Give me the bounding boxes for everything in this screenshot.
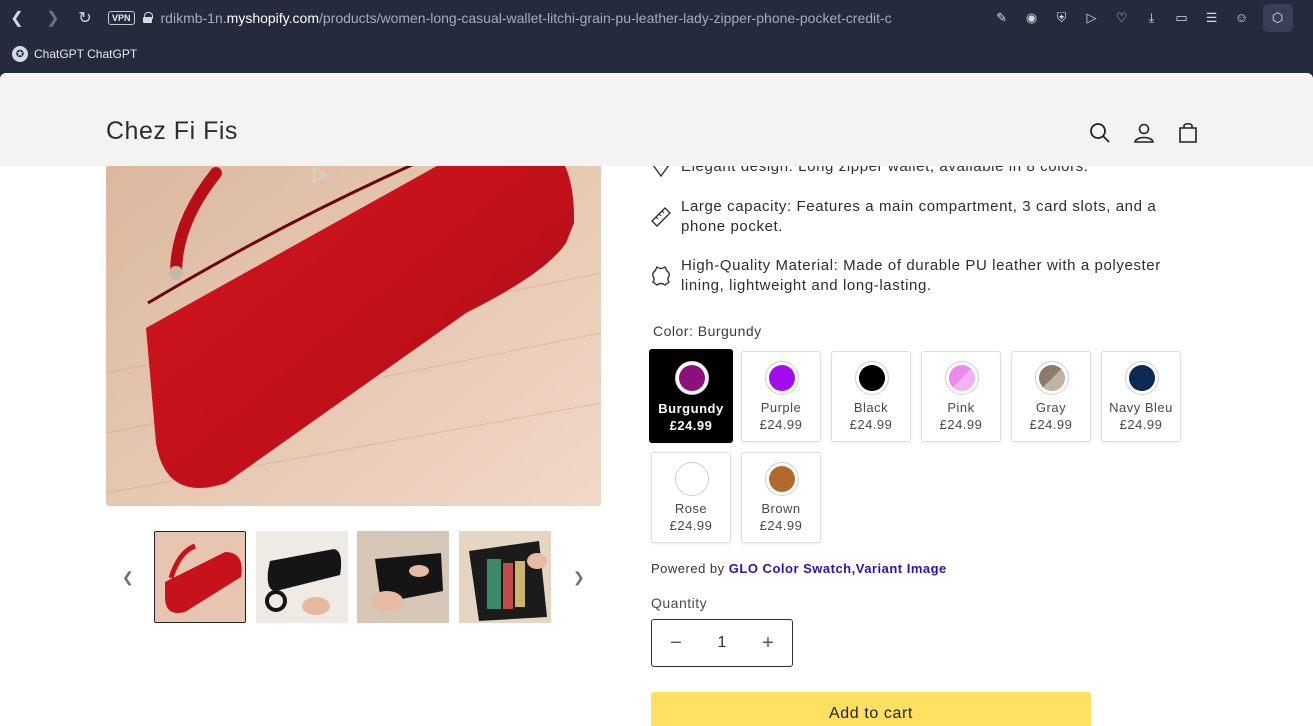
quantity-label: Quantity [651, 595, 708, 611]
swatch-color [855, 361, 889, 395]
bookmarks-bar: ✪ ChatGPT ChatGPT [0, 35, 1313, 73]
address-bar[interactable]: rdikmb-1n.myshopify.com/products/women-l… [161, 10, 967, 26]
back-icon[interactable]: ❮ [4, 5, 30, 31]
feature-material: High-Quality Material: Made of durable P… [681, 257, 1161, 294]
thumbnail-1[interactable] [154, 531, 246, 623]
swatch-name: Gray [1035, 400, 1067, 415]
profile-icon[interactable]: ☺ [1227, 5, 1257, 31]
product-main-image[interactable]: ᐆ [106, 113, 601, 506]
decrease-quantity-button[interactable]: − [668, 632, 684, 655]
swatch-color [765, 462, 799, 496]
swatch-price: £24.99 [759, 417, 803, 432]
product-page: Chez Fi Fis ᐆ ❮ ❯ Elegant design: Long z… [0, 73, 1313, 726]
powered-by: Powered by GLO Color Swatch,Variant Imag… [651, 561, 947, 576]
forward-icon[interactable]: ❯ [40, 5, 66, 31]
battery-icon[interactable]: ▭ [1167, 5, 1197, 31]
swatch-black[interactable]: Black £24.99 [831, 351, 911, 442]
thumbnail-3[interactable] [357, 531, 449, 623]
swatch-color [675, 361, 709, 395]
swatch-price: £24.99 [759, 518, 803, 533]
swatch-pink[interactable]: Pink £24.99 [921, 351, 1001, 442]
carousel-prev-icon[interactable]: ❮ [122, 569, 134, 586]
lock-icon[interactable] [142, 12, 153, 23]
swatch-color [675, 462, 709, 496]
swatch-color [945, 361, 979, 395]
thumbnail-4[interactable] [459, 531, 551, 623]
leather-icon [652, 265, 670, 286]
swatch-price: £24.99 [939, 417, 983, 432]
edit-icon[interactable]: ✎ [987, 5, 1017, 31]
chatgpt-icon[interactable]: ✪ [12, 46, 28, 62]
swatch-name: Pink [947, 400, 975, 415]
carousel-next-icon[interactable]: ❯ [573, 569, 585, 586]
swatch-brown[interactable]: Brown £24.99 [741, 452, 821, 543]
ruler-icon [651, 207, 671, 227]
account-icon[interactable] [1132, 121, 1156, 145]
swatch-color [1125, 361, 1159, 395]
swatch-navy-bleu[interactable]: Navy Bleu £24.99 [1101, 351, 1181, 442]
vpn-badge[interactable]: VPN [108, 10, 135, 25]
swatch-price: £24.99 [669, 418, 713, 433]
heart-icon[interactable]: ♡ [1107, 5, 1137, 31]
shield-icon[interactable]: ⛨ [1047, 5, 1077, 31]
powered-prefix: Powered by [651, 561, 725, 576]
thumbnail-carousel: ❮ ❯ [106, 531, 601, 623]
increase-quantity-button[interactable]: + [760, 632, 776, 655]
bookmark-chatgpt[interactable]: ChatGPT ChatGPT [34, 47, 137, 61]
url-path: /products/women-long-casual-wallet-litch… [318, 9, 892, 26]
powered-link[interactable]: GLO Color Swatch,Variant Image [729, 561, 947, 576]
store-header: Chez Fi Fis [0, 73, 1313, 166]
swatch-price: £24.99 [669, 518, 713, 533]
swatch-name: Black [853, 400, 889, 415]
swatch-rose[interactable]: Rose £24.99 [651, 452, 731, 543]
quantity-input[interactable]: 1 [718, 634, 727, 652]
store-logo[interactable]: Chez Fi Fis [106, 117, 238, 146]
reload-icon[interactable]: ↻ [72, 5, 98, 31]
download-icon[interactable]: ⤓ [1137, 5, 1167, 31]
swatch-name: Brown [761, 501, 801, 516]
swatch-name: Rose [674, 501, 708, 516]
extension-icon[interactable]: ⬡ [1262, 3, 1293, 32]
swatch-burgundy[interactable]: Burgundy £24.99 [649, 349, 733, 443]
feature-capacity: Large capacity: Features a main compartm… [681, 198, 1157, 235]
search-icon[interactable] [1088, 121, 1112, 145]
color-label: Color: Burgundy [653, 323, 762, 339]
swatch-color [765, 361, 799, 395]
swatch-gray[interactable]: Gray £24.99 [1011, 351, 1091, 442]
quantity-stepper: − 1 + [651, 619, 793, 667]
camera-icon[interactable]: ◉ [1017, 5, 1047, 31]
menu-icon[interactable]: ☰ [1197, 5, 1227, 31]
url-prefix: rdikmb-1n. [160, 9, 227, 26]
swatch-purple[interactable]: Purple £24.99 [741, 351, 821, 442]
browser-chrome: ❮ ❯ ↻ VPN rdikmb-1n.myshopify.com/produc… [0, 0, 1313, 73]
swatch-price: £24.99 [849, 417, 893, 432]
cart-icon[interactable] [1176, 121, 1200, 145]
swatch-name: Navy Bleu [1109, 400, 1173, 415]
swatch-price: £24.99 [1119, 417, 1163, 432]
swatch-name: Burgundy [658, 401, 724, 416]
swatch-color [1035, 361, 1069, 395]
url-host: myshopify.com [226, 9, 319, 26]
thumbnail-2[interactable] [256, 531, 348, 623]
send-icon[interactable]: ▷ [1077, 5, 1107, 31]
swatch-price: £24.99 [1029, 417, 1073, 432]
swatch-name: Purple [760, 400, 802, 415]
add-to-cart-button[interactable]: Add to cart [651, 692, 1091, 726]
browser-toolbar: ❮ ❯ ↻ VPN rdikmb-1n.myshopify.com/produc… [0, 0, 1313, 35]
